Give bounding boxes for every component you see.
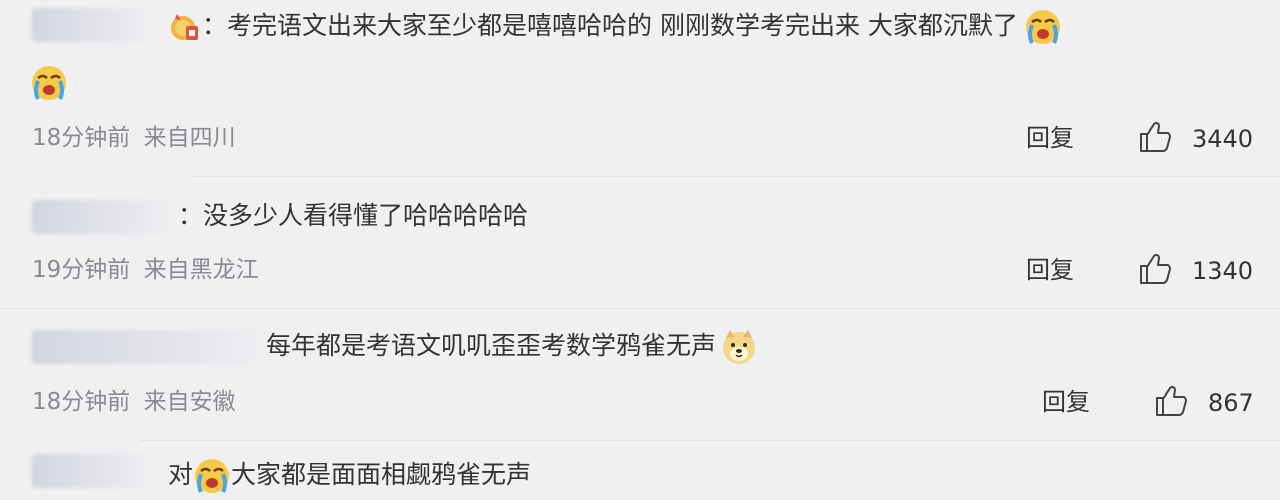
comment-text: 每年都是考语文叽叽歪歪考数学鸦雀无声 bbox=[266, 331, 717, 360]
like-count: 3440 bbox=[1192, 125, 1254, 153]
comment-meta: 18分钟前 来自四川 bbox=[32, 122, 236, 154]
username-blurred[interactable] bbox=[32, 454, 152, 488]
comment-location: 来自黑龙江 bbox=[143, 257, 259, 283]
like-button[interactable]: 1340 bbox=[1138, 252, 1253, 290]
comment-location: 来自安徽 bbox=[143, 389, 236, 415]
comment-location: 来自四川 bbox=[143, 125, 236, 151]
reply-button[interactable]: 回复 bbox=[1026, 254, 1074, 286]
username-blurred[interactable] bbox=[32, 330, 264, 364]
comment-text: 没多少人看得懂了哈哈哈哈哈 bbox=[203, 201, 529, 230]
comment-time: 19分钟前 bbox=[32, 257, 131, 283]
comment-meta: 18分钟前 来自安徽 bbox=[32, 386, 236, 418]
like-count: 867 bbox=[1208, 389, 1254, 417]
comment-text-row: ：没多少人看得懂了哈哈哈哈哈 bbox=[178, 196, 528, 236]
comment-text: 大家都是面面相觑鸦雀无声 bbox=[231, 460, 532, 489]
reply-button[interactable]: 回复 bbox=[1026, 122, 1074, 154]
username-blurred[interactable] bbox=[32, 8, 152, 42]
comment-meta: 19分钟前 来自黑龙江 bbox=[32, 254, 259, 286]
crying-face-emoji bbox=[1024, 8, 1062, 46]
divider bbox=[0, 308, 1280, 309]
comment-prefix: ： bbox=[178, 201, 204, 230]
like-button[interactable]: 867 bbox=[1154, 384, 1254, 422]
crying-face-emoji bbox=[30, 64, 68, 102]
thumbs-up-icon bbox=[1154, 384, 1188, 422]
thumbs-up-icon bbox=[1138, 252, 1172, 290]
comment-text-row: 每年都是考语文叽叽歪歪考数学鸦雀无声 bbox=[266, 326, 758, 366]
thumbs-up-icon bbox=[1138, 120, 1172, 158]
like-button[interactable]: 3440 bbox=[1138, 120, 1253, 158]
comment-time: 18分钟前 bbox=[32, 125, 131, 151]
reply-button[interactable]: 回复 bbox=[1042, 386, 1090, 418]
divider bbox=[190, 176, 1280, 177]
fan-badge-icon bbox=[168, 10, 202, 44]
comment-prefix: ： bbox=[202, 11, 228, 40]
comment-text-row: ：考完语文出来大家至少都是嘻嘻哈哈的 刚刚数学考完出来 大家都沉默了 bbox=[168, 6, 1062, 46]
doge-emoji bbox=[720, 328, 758, 366]
like-count: 1340 bbox=[1192, 257, 1254, 285]
comment-text-row: 对 大家都是面面相觑鸦雀无声 bbox=[168, 455, 531, 495]
divider bbox=[140, 440, 1280, 441]
crying-face-emoji bbox=[193, 457, 231, 495]
comment-time: 18分钟前 bbox=[32, 389, 131, 415]
comment-text: 考完语文出来大家至少都是嘻嘻哈哈的 刚刚数学考完出来 大家都沉默了 bbox=[227, 11, 1018, 40]
comment-text-row-2 bbox=[30, 62, 68, 102]
comment-text-prefix: 对 bbox=[168, 460, 194, 489]
username-blurred[interactable] bbox=[32, 200, 172, 234]
